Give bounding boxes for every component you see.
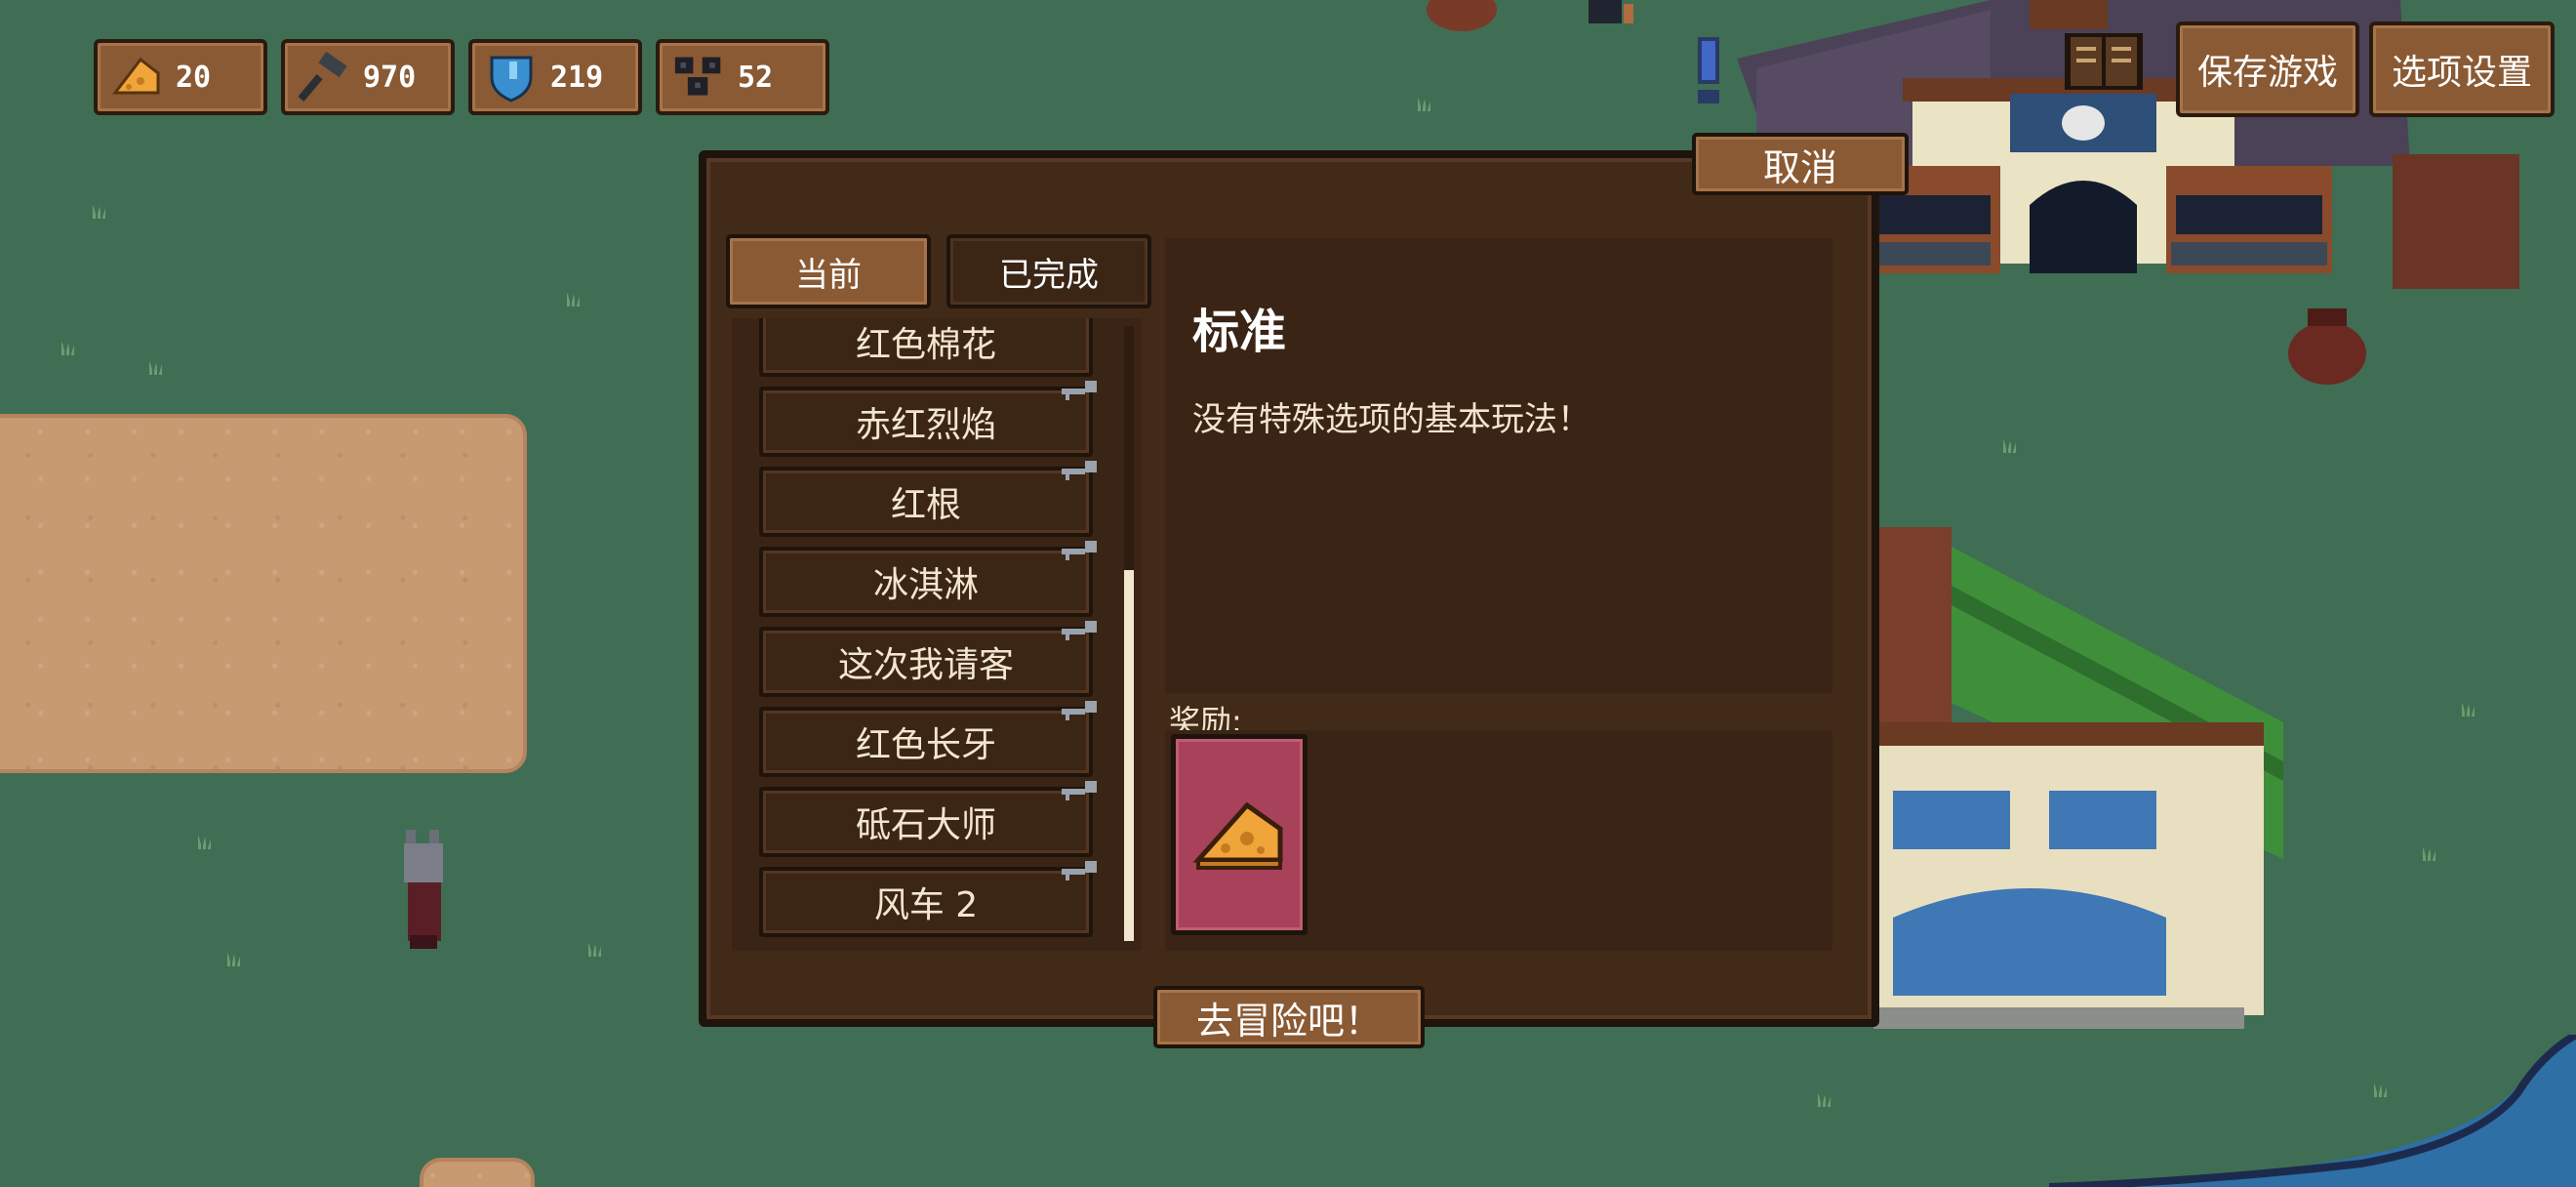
settings-button[interactable]: 选项设置	[2369, 21, 2555, 117]
grass-tuft	[564, 293, 582, 307]
save-game-button[interactable]: 保存游戏	[2176, 21, 2359, 117]
quest-marker-icon	[1698, 37, 1719, 103]
challenge-label: 风车 2	[873, 885, 979, 925]
resource-gears: 52	[656, 39, 829, 115]
grass-tuft	[224, 953, 242, 966]
grass-tuft	[2459, 703, 2476, 716]
challenge-item[interactable]: 风车 2	[759, 861, 1097, 937]
cancel-button[interactable]: 取消	[1692, 133, 1909, 195]
challenge-list[interactable]: 红色棉花 赤红烈焰 红根 冰淇淋 这次我请客 红色长牙 砥石大师 风车 2	[732, 318, 1142, 951]
settings-label: 选项设置	[2391, 53, 2532, 93]
grass-tuft	[90, 205, 107, 219]
tab-current[interactable]: 当前	[726, 234, 931, 308]
challenge-info: 标准 没有特殊选项的基本玩法！	[1165, 238, 1832, 693]
shield-icon	[486, 52, 537, 102]
house-building	[1873, 527, 2283, 1029]
clay-pot	[1427, 0, 1497, 31]
challenge-item[interactable]: 赤红烈焰	[759, 381, 1097, 457]
grass-tuft	[2000, 439, 2018, 453]
key-icon	[1062, 541, 1097, 560]
challenge-label: 这次我请客	[837, 645, 1014, 685]
resource-value: 52	[738, 60, 774, 95]
grass-tuft	[2420, 847, 2437, 861]
dirt-patch	[0, 414, 527, 773]
key-icon	[1062, 461, 1097, 480]
tab-label: 当前	[795, 255, 862, 295]
reward-item[interactable]	[1171, 734, 1308, 935]
challenge-label: 赤红烈焰	[855, 405, 996, 445]
key-icon	[1062, 381, 1097, 400]
challenge-item[interactable]: 红色长牙	[759, 701, 1097, 777]
start-adventure-label: 去冒险吧！	[1195, 999, 1382, 1043]
resource-shield: 219	[468, 39, 642, 115]
challenge-item[interactable]: 冰淇淋	[759, 541, 1097, 617]
cheese-icon	[1192, 801, 1283, 870]
challenge-title: 标准	[1192, 305, 1287, 359]
grass-tuft	[1815, 1093, 1832, 1107]
challenge-label: 砥石大师	[855, 805, 996, 845]
start-adventure-button[interactable]: 去冒险吧！	[1153, 986, 1425, 1048]
scrollbar-thumb[interactable]	[1124, 570, 1134, 941]
hammer-icon	[299, 52, 349, 102]
challenge-label: 红根	[890, 485, 961, 525]
player-character	[404, 830, 443, 949]
resource-value: 970	[363, 60, 417, 95]
challenge-label: 红色长牙	[855, 725, 996, 765]
grass-tuft	[146, 361, 164, 375]
cancel-label: 取消	[1762, 145, 1837, 189]
challenge-label: 红色棉花	[855, 325, 996, 365]
resource-value: 219	[550, 60, 604, 95]
gear-cluster-icon	[673, 52, 724, 102]
tab-label: 已完成	[999, 255, 1099, 295]
challenge-item[interactable]: 红色棉花	[759, 318, 1093, 377]
resource-hammer: 970	[281, 39, 455, 115]
grass-tuft	[195, 836, 213, 849]
grass-tuft	[1415, 98, 1432, 111]
dirt-patch	[420, 1158, 535, 1187]
key-icon	[1062, 861, 1097, 880]
grass-tuft	[59, 342, 76, 355]
journal-icon[interactable]	[2063, 29, 2145, 94]
resource-cheese: 20	[94, 39, 267, 115]
pond	[2049, 1035, 2576, 1187]
challenge-label: 冰淇淋	[872, 565, 979, 605]
cheese-icon	[111, 52, 162, 102]
key-icon	[1062, 621, 1097, 640]
npc-creature	[1589, 0, 1633, 23]
clay-pot	[2288, 308, 2366, 385]
save-game-label: 保存游戏	[2196, 53, 2338, 93]
challenge-item[interactable]: 红根	[759, 461, 1097, 537]
tab-completed[interactable]: 已完成	[946, 234, 1151, 308]
challenge-description: 没有特殊选项的基本玩法！	[1192, 400, 1590, 439]
key-icon	[1062, 781, 1097, 800]
resource-value: 20	[176, 60, 212, 95]
challenge-item[interactable]: 这次我请客	[759, 621, 1097, 697]
challenge-item[interactable]: 砥石大师	[759, 781, 1097, 857]
key-icon	[1062, 701, 1097, 720]
grass-tuft	[585, 943, 603, 957]
